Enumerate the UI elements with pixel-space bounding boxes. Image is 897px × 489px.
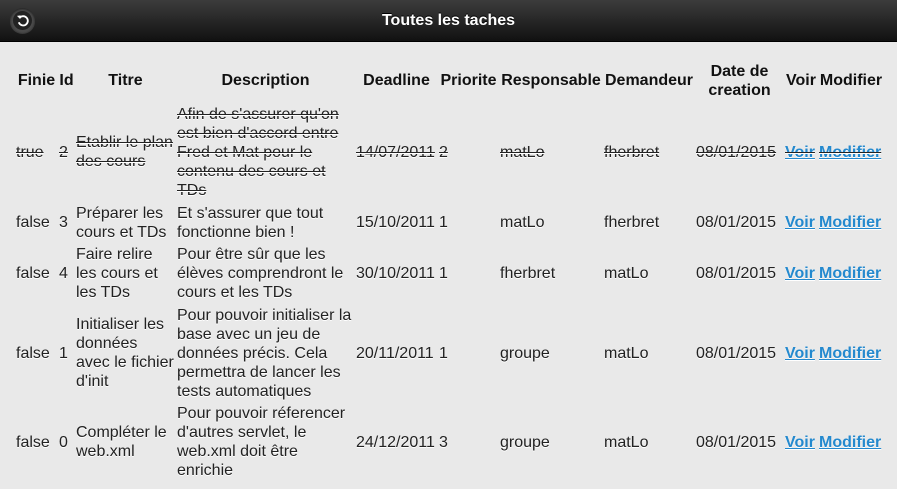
cell-titre: Faire relire les cours et les TDs xyxy=(76,246,158,301)
cell-titre: Préparer les cours et TDs xyxy=(76,204,167,241)
table-header-row: Finie Id Titre Description Deadline Prio… xyxy=(15,57,884,104)
voir-link[interactable]: Voir xyxy=(785,144,815,161)
cell-demandeur: matLo xyxy=(604,433,649,451)
cell-demandeur: matLo xyxy=(604,344,649,362)
modifier-link[interactable]: Modifier xyxy=(819,434,881,451)
cell-deadline: 14/07/2011 xyxy=(356,143,435,161)
cell-deadline: 30/10/2011 xyxy=(356,265,435,282)
cell-id: 2 xyxy=(59,143,68,161)
tasks-table: Finie Id Titre Description Deadline Prio… xyxy=(15,57,884,480)
cell-titre: Initialiser les données avec le fichier … xyxy=(76,316,174,390)
table-row: true 2 Etablir le plan des cours Afin de… xyxy=(15,104,884,200)
cell-modifier: Modifier xyxy=(818,404,884,480)
cell-voir: Voir xyxy=(784,404,818,480)
cell-finie: false xyxy=(16,265,50,282)
cell-demandeur: fherbret xyxy=(604,214,660,231)
cell-description: Pour pouvoir initialiser la base avec un… xyxy=(177,306,352,400)
col-header-priorite: Priorite xyxy=(440,72,497,89)
col-header-titre: Titre xyxy=(108,72,143,89)
voir-link[interactable]: Voir xyxy=(785,265,815,282)
cell-description: Et s'assurer que tout fonctionne bien ! xyxy=(177,204,324,241)
cell-titre: Compléter le web.xml xyxy=(76,424,167,460)
cell-priorite: 1 xyxy=(439,265,448,282)
cell-description: Pour être sûr que les élèves comprendron… xyxy=(177,246,344,301)
cell-modifier: Modifier xyxy=(818,302,884,404)
cell-date-creation: 08/01/2015 xyxy=(696,265,777,282)
col-header-description: Description xyxy=(221,72,310,89)
cell-deadline: 15/10/2011 xyxy=(356,214,435,231)
cell-priorite: 2 xyxy=(439,143,448,161)
cell-date-creation: 08/01/2015 xyxy=(696,344,777,362)
col-header-date-creation: Date de creation xyxy=(708,62,771,99)
col-header-responsable: Responsable xyxy=(501,72,601,89)
cell-responsable: groupe xyxy=(500,433,550,451)
voir-link[interactable]: Voir xyxy=(785,345,815,362)
modifier-link[interactable]: Modifier xyxy=(819,345,881,362)
cell-responsable: matLo xyxy=(500,214,545,231)
col-header-deadline: Deadline xyxy=(363,72,430,89)
cell-id: 1 xyxy=(59,344,68,362)
col-header-modifier: Modifier xyxy=(819,72,883,89)
col-header-finie: Finie xyxy=(17,72,56,89)
cell-modifier: Modifier xyxy=(818,104,884,200)
table-row: false 0 Compléter le web.xml Pour pouvoi… xyxy=(15,404,884,480)
cell-voir: Voir xyxy=(784,104,818,200)
cell-voir: Voir xyxy=(784,302,818,404)
top-bar: Toutes les taches xyxy=(0,0,897,42)
cell-priorite: 3 xyxy=(439,433,448,451)
table-row: false 1 Initialiser les données avec le … xyxy=(15,302,884,404)
modifier-link[interactable]: Modifier xyxy=(819,214,881,231)
cell-priorite: 1 xyxy=(439,214,448,231)
cell-date-creation: 08/01/2015 xyxy=(696,143,777,161)
cell-deadline: 24/12/2011 xyxy=(356,433,435,451)
cell-deadline: 20/11/2011 xyxy=(356,344,434,362)
cell-date-creation: 08/01/2015 xyxy=(696,214,777,231)
voir-link[interactable]: Voir xyxy=(785,214,815,231)
cell-priorite: 1 xyxy=(439,344,448,362)
cell-responsable: groupe xyxy=(500,344,550,362)
cell-finie: true xyxy=(16,143,44,161)
page-title: Toutes les taches xyxy=(381,12,516,29)
cell-finie: false xyxy=(16,344,50,362)
cell-id: 0 xyxy=(59,433,68,451)
cell-responsable: fherbret xyxy=(500,265,556,282)
cell-demandeur: fherbret xyxy=(604,143,660,161)
cell-id: 3 xyxy=(59,214,68,231)
cell-description: Afin de s'assurer qu'on est bien d'accor… xyxy=(177,105,339,199)
table-row: false 3 Préparer les cours et TDs Et s'a… xyxy=(15,200,884,245)
cell-voir: Voir xyxy=(784,245,818,302)
cell-modifier: Modifier xyxy=(818,200,884,245)
cell-date-creation: 08/01/2015 xyxy=(696,433,777,451)
modifier-link[interactable]: Modifier xyxy=(819,265,881,282)
cell-titre: Etablir le plan des cours xyxy=(76,134,173,170)
cell-finie: false xyxy=(16,433,50,451)
table-row: false 4 Faire relire les cours et les TD… xyxy=(15,245,884,302)
col-header-demandeur: Demandeur xyxy=(604,72,694,89)
cell-description: Pour pouvoir réferencer d'autres servlet… xyxy=(177,405,346,479)
cell-id: 4 xyxy=(59,265,68,282)
cell-modifier: Modifier xyxy=(818,245,884,302)
cell-voir: Voir xyxy=(784,200,818,245)
voir-link[interactable]: Voir xyxy=(785,434,815,451)
cell-finie: false xyxy=(16,214,50,231)
cell-demandeur: matLo xyxy=(604,265,649,282)
modifier-link[interactable]: Modifier xyxy=(819,144,881,161)
cell-responsable: matLo xyxy=(500,143,545,161)
col-header-voir: Voir xyxy=(786,72,816,89)
col-header-id: Id xyxy=(59,72,74,89)
